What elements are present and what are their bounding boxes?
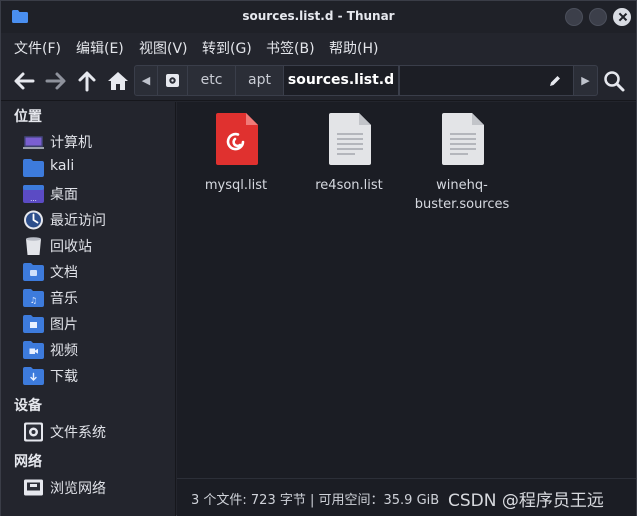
maximize-button[interactable] (589, 8, 607, 26)
documents-folder-icon (23, 263, 44, 281)
file-name-line-2: buster.sources (414, 197, 510, 212)
home-folder-icon (23, 159, 44, 177)
menu-help[interactable]: 帮助(H) (329, 38, 378, 58)
crumb-root[interactable] (158, 66, 188, 95)
text-file-icon (442, 113, 484, 165)
pencil-icon[interactable] (548, 74, 562, 88)
crumb-sources-list-d[interactable]: sources.list.d (284, 66, 399, 95)
sidebar-item-label: 音乐 (50, 291, 78, 307)
status-text: 3 个文件: 723 字节 | 可用空间：35.9 GiB (191, 493, 440, 508)
places-header: 位置 (14, 109, 42, 125)
menu-file[interactable]: 文件(F) (14, 38, 61, 58)
sidebar-item-label: 视频 (50, 343, 78, 359)
devices-header: 设备 (14, 398, 42, 414)
sidebar-item-browse-network[interactable]: 浏览网络 (1, 475, 175, 501)
sidebar-item-music[interactable]: ♫ 音乐 (1, 285, 175, 311)
videos-folder-icon (23, 341, 44, 359)
path-bar: ◀ etc apt sources.list.d ▶ (134, 65, 598, 96)
arrow-right-icon[interactable] (43, 68, 69, 94)
svg-text:...: ... (30, 195, 37, 203)
chevron-left-icon[interactable]: ◀ (135, 66, 158, 95)
sidebar-item-label: 最近访问 (50, 213, 106, 229)
downloads-folder-icon (23, 367, 44, 385)
sidebar-item-label: 文档 (50, 265, 78, 281)
sidebar-item-recent[interactable]: 最近访问 (1, 207, 175, 233)
window-title: sources.list.d - Thunar (242, 9, 395, 23)
clock-icon (24, 210, 43, 230)
music-folder-icon: ♫ (23, 289, 44, 307)
sidebar-item-label: 桌面 (50, 187, 78, 203)
file-name: winehq- buster.sources (407, 176, 517, 214)
sidebar-item-label: kali (50, 158, 75, 174)
sidebar-item-computer[interactable]: 计算机 (1, 129, 175, 155)
arrow-left-icon[interactable] (11, 68, 37, 94)
sidebar-item-videos[interactable]: 视频 (1, 337, 175, 363)
file-manager-window: sources.list.d - Thunar 文件(F) 编辑(E) 视图(V… (0, 0, 637, 516)
menu-bookmarks[interactable]: 书签(B) (266, 38, 315, 58)
close-button[interactable] (613, 8, 631, 26)
title-bar: sources.list.d - Thunar (1, 1, 636, 33)
computer-icon (23, 136, 44, 149)
arrow-up-icon[interactable] (74, 68, 100, 94)
sidebar-item-filesystem[interactable]: 文件系统 (1, 419, 175, 445)
search-icon[interactable] (601, 68, 627, 94)
pictures-folder-icon (23, 315, 44, 333)
crumb-apt[interactable]: apt (236, 66, 284, 95)
sidebar-item-desktop[interactable]: ... 桌面 (1, 181, 175, 207)
minimize-button[interactable] (565, 8, 583, 26)
menu-bar: 文件(F) 编辑(E) 视图(V) 转到(G) 书签(B) 帮助(H) (1, 33, 636, 61)
sidebar-item-kali[interactable]: kali (1, 155, 175, 181)
drive-icon (166, 74, 179, 87)
home-icon[interactable] (105, 68, 131, 94)
file-name: re4son.list (315, 178, 383, 193)
file-name: mysql.list (204, 178, 268, 193)
crumb-etc[interactable]: etc (188, 66, 236, 95)
network-icon (24, 479, 43, 496)
sidebar-item-documents[interactable]: 文档 (1, 259, 175, 285)
sidebar-item-label: 浏览网络 (50, 481, 106, 497)
file-name-line-1: winehq- (436, 178, 488, 193)
sidebar-item-label: 下载 (50, 369, 78, 385)
sidebar-item-label: 图片 (50, 317, 78, 333)
watermark: CSDN @程序员王远 (448, 491, 604, 511)
sidebar-item-label: 回收站 (50, 239, 92, 255)
chevron-right-icon[interactable]: ▶ (573, 66, 597, 95)
menu-view[interactable]: 视图(V) (139, 38, 188, 58)
toolbar: ◀ etc apt sources.list.d ▶ (1, 61, 636, 101)
file-view[interactable]: mysql.list re4son.list winehq- buster.so… (177, 102, 636, 478)
desktop-icon: ... (23, 185, 44, 203)
path-entry[interactable] (399, 66, 573, 95)
drive-icon (24, 422, 43, 442)
network-header: 网络 (14, 454, 42, 470)
trash-icon (26, 237, 41, 255)
sidebar: 位置 计算机 kali ... 桌面 最近访问 回收站 文档 ♫ 音乐 图片 视… (1, 102, 176, 516)
debian-red-file-icon (216, 113, 258, 165)
sidebar-item-downloads[interactable]: 下载 (1, 363, 175, 389)
sidebar-item-label: 计算机 (50, 135, 92, 151)
menu-edit[interactable]: 编辑(E) (76, 38, 124, 58)
sidebar-item-trash[interactable]: 回收站 (1, 233, 175, 259)
text-file-icon (329, 113, 371, 165)
sidebar-item-pictures[interactable]: 图片 (1, 311, 175, 337)
svg-text:♫: ♫ (30, 296, 37, 305)
menu-go[interactable]: 转到(G) (202, 38, 252, 58)
sidebar-item-label: 文件系统 (50, 425, 106, 441)
